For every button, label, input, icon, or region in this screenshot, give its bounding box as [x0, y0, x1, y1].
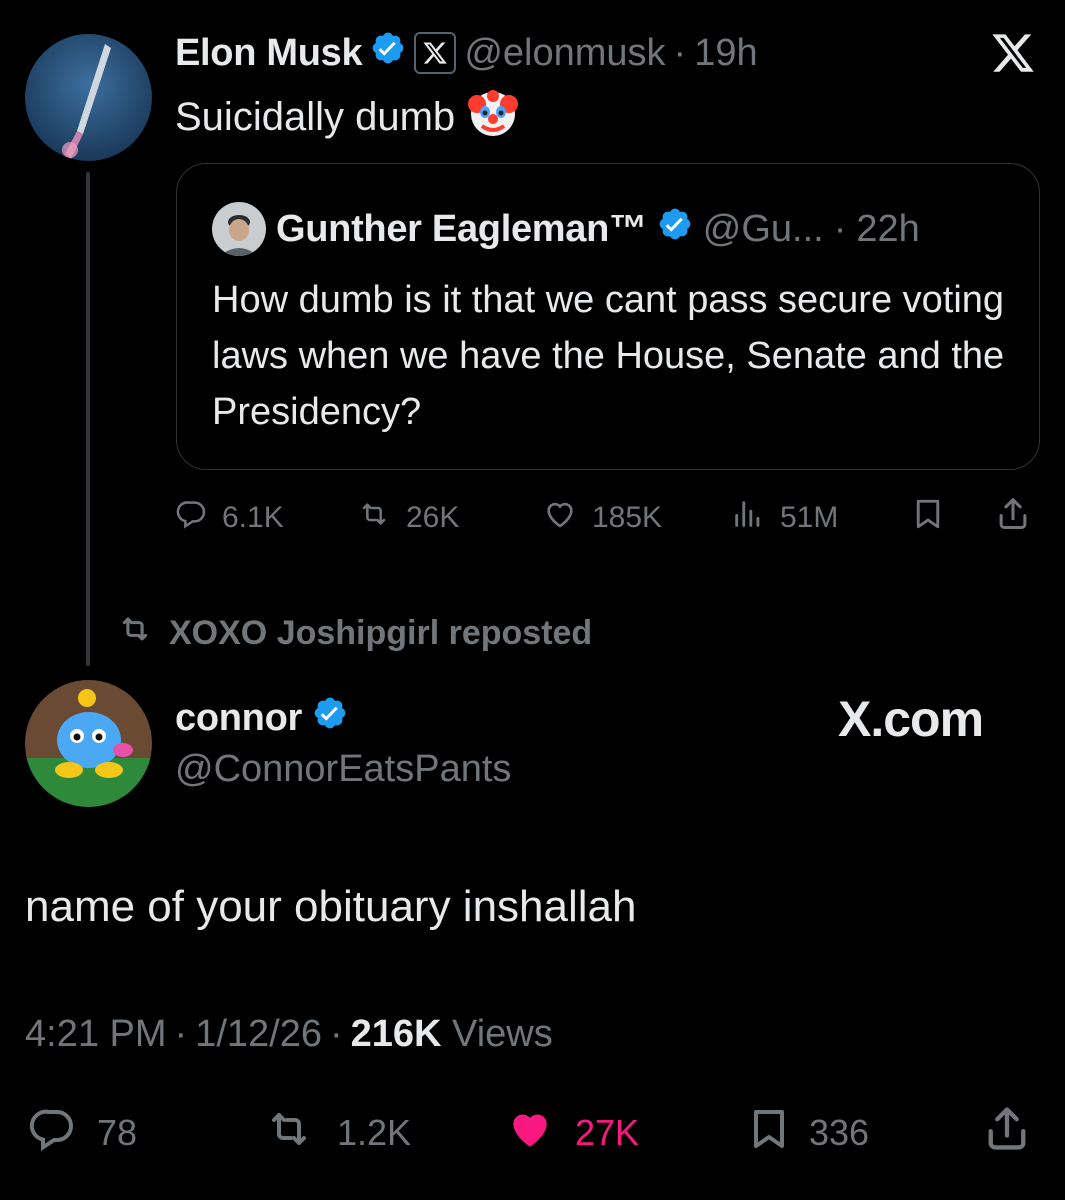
reply-button[interactable]: 6.1K — [176, 496, 284, 540]
share-icon — [981, 1103, 1033, 1164]
dot-separator: · — [329, 1013, 343, 1055]
like-button[interactable]: 185K — [542, 496, 662, 540]
like-button[interactable]: 27K — [501, 1108, 639, 1158]
thread-line — [86, 172, 90, 666]
repost-button[interactable]: 1.2K — [257, 1108, 411, 1158]
verified-icon — [312, 695, 348, 741]
share-button[interactable] — [994, 496, 1032, 540]
repost-icon — [257, 1105, 321, 1162]
reply-icon — [176, 498, 208, 538]
quoted-tweet-text: How dumb is it that we cant pass secure … — [212, 279, 1005, 433]
reply-count: 6.1K — [222, 501, 284, 534]
avatar-connor[interactable] — [25, 680, 152, 807]
like-icon — [501, 1104, 559, 1163]
tweet-date[interactable]: 1/12/26 — [195, 1013, 322, 1056]
repost-banner[interactable]: XOXO Joshipgirl reposted — [115, 612, 592, 655]
repost-count: 1.2K — [337, 1112, 412, 1153]
avatar-elon[interactable] — [25, 34, 152, 161]
quoted-tweet-header: Gunther Eagleman™ @Gu... · 22h — [212, 202, 920, 256]
tweet-time[interactable]: 19h — [694, 32, 757, 75]
reply-icon — [25, 1105, 81, 1162]
tweet-text: Suicidally dumb — [175, 86, 519, 148]
like-count: 185K — [592, 501, 663, 534]
avatar-gunther[interactable] — [212, 202, 266, 256]
tweet-meta: 4:21 PM · 1/12/26 · 216K Views — [25, 1013, 553, 1056]
bookmark-icon — [745, 1103, 793, 1164]
dot-separator: · — [833, 207, 847, 250]
verified-icon — [370, 30, 406, 76]
dot-separator: · — [174, 1013, 188, 1055]
x-affiliate-badge-icon — [414, 32, 457, 74]
x-logo-icon[interactable] — [990, 30, 1036, 81]
repost-icon — [115, 612, 155, 655]
repost-button[interactable]: 26K — [356, 496, 459, 540]
tweet-time[interactable]: 4:21 PM — [25, 1013, 167, 1056]
tweet-text: name of your obituary inshallah — [25, 882, 637, 931]
share-icon — [994, 495, 1032, 541]
bookmark-count: 336 — [809, 1112, 870, 1153]
like-icon — [542, 497, 578, 539]
views-icon — [730, 497, 766, 539]
bookmark-button[interactable]: 336 — [745, 1108, 869, 1158]
views-count: 51M — [780, 501, 839, 534]
quoted-author-handle[interactable]: @Gu... — [703, 208, 824, 251]
reply-author: connor — [175, 695, 348, 741]
tweet-actions: 6.1K 26K 185K 51M — [176, 496, 1036, 540]
author-name[interactable]: Elon Musk — [175, 32, 363, 75]
repost-banner-text: XOXO Joshipgirl reposted — [169, 614, 593, 652]
quoted-tweet-time[interactable]: 22h — [856, 208, 919, 251]
views-label: Views — [452, 1013, 553, 1055]
dot-separator: · — [673, 31, 687, 74]
tweet-header: Elon Musk @elonmusk · 19h — [175, 28, 758, 78]
repost-count: 26K — [406, 501, 460, 534]
tweet-text-body: Suicidally dumb — [175, 94, 456, 139]
author-handle[interactable]: @elonmusk — [464, 32, 665, 75]
share-button[interactable] — [981, 1106, 1033, 1158]
repost-icon — [356, 498, 392, 538]
bookmark-button[interactable] — [910, 496, 946, 540]
tweet-actions: 78 1.2K 27K 336 — [25, 1106, 1045, 1158]
x-com-watermark: X.com — [838, 691, 984, 747]
bookmark-icon — [910, 495, 946, 541]
author-handle[interactable]: @ConnorEatsPants — [175, 748, 511, 791]
reply-count: 78 — [97, 1112, 138, 1153]
views-button[interactable]: 51M — [730, 496, 838, 540]
clown-emoji — [467, 86, 519, 148]
like-count: 27K — [575, 1112, 640, 1153]
quoted-author-name[interactable]: Gunther Eagleman™ — [276, 208, 647, 251]
author-name[interactable]: connor — [175, 697, 302, 740]
views-count: 216K — [350, 1013, 442, 1055]
verified-icon — [657, 206, 693, 252]
reply-button[interactable]: 78 — [25, 1108, 137, 1158]
